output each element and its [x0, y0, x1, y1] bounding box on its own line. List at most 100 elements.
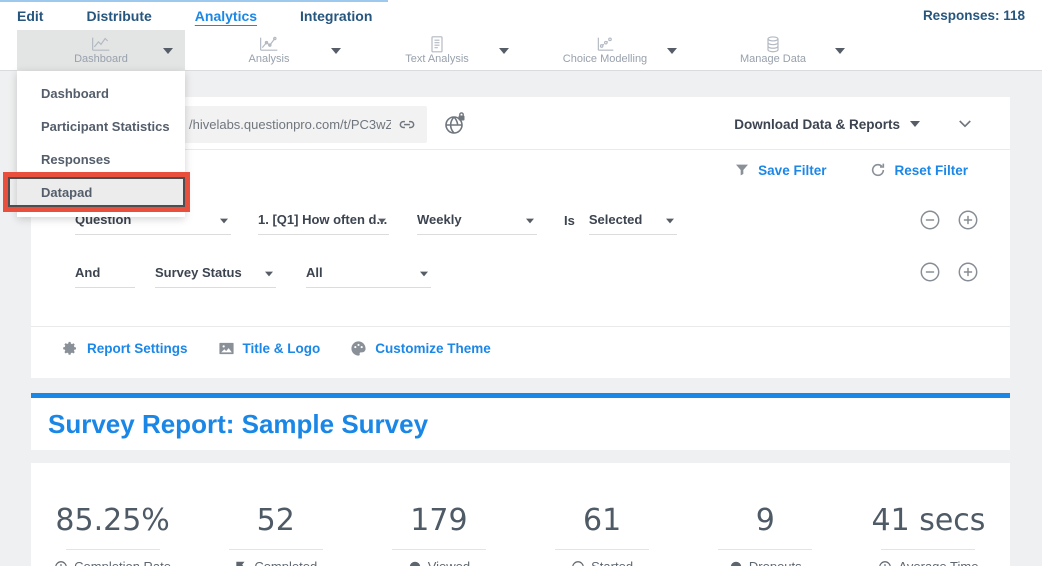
filter-row-1-controls: [919, 209, 979, 231]
divider: [555, 549, 649, 550]
menu-item-datapad[interactable]: Datapad: [17, 176, 185, 209]
responses-badge[interactable]: Responses: 118: [923, 8, 1025, 23]
stat-label: Average Time: [898, 559, 978, 566]
filter-conjunction-select[interactable]: And: [75, 265, 135, 288]
remove-filter-icon[interactable]: [919, 209, 941, 231]
stat-label: Viewed: [428, 559, 470, 566]
menu-item-responses[interactable]: Responses: [17, 143, 185, 176]
toolbar-dashboard-button[interactable]: Dashboard: [17, 30, 185, 71]
filter-answer-value: Weekly: [417, 212, 462, 227]
stat-value: 179: [410, 503, 467, 538]
filter-status-value-select[interactable]: All: [306, 265, 431, 288]
stat-completion-rate: 85.25% Completion Rate: [31, 463, 194, 566]
stat-value: 9: [756, 503, 775, 538]
add-filter-icon[interactable]: [957, 261, 979, 283]
toolbar-choice-modelling-button[interactable]: Choice Modelling: [521, 30, 689, 71]
divider: [66, 549, 160, 550]
nav-integration[interactable]: Integration: [300, 6, 372, 24]
stat-value: 85.25%: [55, 503, 169, 538]
toolbar-text-analysis-button[interactable]: Text Analysis: [353, 30, 521, 71]
share-right-group: Download Data & Reports: [734, 115, 974, 133]
database-icon: [763, 36, 783, 52]
report-title: Survey Report: Sample Survey: [31, 398, 1010, 440]
image-icon: [218, 340, 235, 357]
customize-theme-label: Customize Theme: [375, 341, 491, 356]
save-filter-button[interactable]: Save Filter: [734, 162, 826, 178]
dropouts-icon: [729, 560, 743, 566]
stat-value: 52: [257, 503, 295, 538]
chevron-down-icon[interactable]: [331, 48, 341, 54]
nav-analytics[interactable]: Analytics: [195, 6, 257, 24]
title-logo-label: Title & Logo: [243, 341, 321, 356]
filter-question-select[interactable]: 1. [Q1] How often d...: [258, 212, 389, 235]
filter-operator-label: Is: [564, 213, 575, 235]
reset-filter-button[interactable]: Reset Filter: [870, 162, 968, 178]
menu-item-participant-statistics[interactable]: Participant Statistics: [17, 110, 185, 143]
chevron-down-icon[interactable]: [667, 48, 677, 54]
reset-filter-label: Reset Filter: [894, 163, 968, 178]
toolbar-dashboard-label: Dashboard: [74, 53, 128, 65]
chevron-down-icon[interactable]: [499, 48, 509, 54]
completed-icon: [234, 560, 248, 566]
trend-chart-icon: [259, 36, 279, 52]
filter-row-2: And Survey Status All: [75, 265, 431, 288]
filter-selection-value: Selected: [589, 212, 642, 227]
line-chart-icon: [91, 36, 111, 52]
filter-status-field-select[interactable]: Survey Status: [155, 265, 276, 288]
stat-label: Completed: [254, 559, 317, 566]
download-data-reports-button[interactable]: Download Data & Reports: [734, 117, 900, 132]
nav-edit[interactable]: Edit: [17, 6, 43, 24]
dashboard-dropdown-menu: Dashboard Participant Statistics Respons…: [17, 71, 185, 217]
toolbar-choice-modelling-label: Choice Modelling: [563, 53, 647, 65]
toolbar-manage-data-button[interactable]: Manage Data: [689, 30, 857, 71]
divider: [31, 326, 1010, 327]
chevron-down-icon[interactable]: [910, 121, 920, 127]
top-edge-artifact: [0, 0, 388, 2]
scatter-chart-icon: [595, 36, 615, 52]
started-icon: [571, 560, 585, 566]
filter-status-value: All: [306, 265, 323, 280]
collapse-chevron-icon[interactable]: [956, 115, 974, 133]
globe-lock-icon[interactable]: [443, 112, 467, 136]
stat-completed: 52 Completed: [194, 463, 357, 566]
report-actions-row: Report Settings Title & Logo Customize T…: [62, 340, 491, 357]
stat-average-time: 41 secs Average Time: [847, 463, 1010, 566]
divider: [881, 549, 975, 550]
report-settings-label: Report Settings: [87, 341, 188, 356]
chevron-down-icon[interactable]: [835, 48, 845, 54]
stat-value: 41 secs: [871, 503, 985, 538]
add-filter-icon[interactable]: [957, 209, 979, 231]
report-settings-button[interactable]: Report Settings: [62, 340, 188, 357]
reset-icon: [870, 162, 886, 178]
top-nav: Edit Distribute Analytics Integration Re…: [0, 0, 1042, 30]
divider: [392, 549, 486, 550]
customize-theme-button[interactable]: Customize Theme: [350, 340, 491, 357]
stat-viewed: 179 Viewed: [357, 463, 520, 566]
stats-card: 85.25% Completion Rate 52 Completed 179 …: [31, 463, 1010, 566]
palette-icon: [350, 340, 367, 357]
divider: [229, 549, 323, 550]
divider: [718, 549, 812, 550]
report-title-card: Survey Report: Sample Survey: [31, 393, 1010, 450]
remove-filter-icon[interactable]: [919, 261, 941, 283]
stat-label: Started: [591, 559, 633, 566]
filter-question-value: 1. [Q1] How often d...: [258, 212, 387, 227]
stat-label: Dropouts: [749, 559, 802, 566]
chevron-down-icon[interactable]: [163, 48, 173, 54]
link-icon[interactable]: [397, 115, 417, 135]
analytics-toolbar: Dashboard Analysis Text Analysis Choice …: [0, 30, 1042, 71]
filter-funnel-icon: [734, 162, 750, 178]
filter-answer-select[interactable]: Weekly: [417, 212, 537, 235]
filter-row-2-controls: [919, 261, 979, 283]
average-time-icon: [878, 560, 892, 566]
filter-selection-select[interactable]: Selected: [589, 212, 677, 235]
menu-item-dashboard[interactable]: Dashboard: [17, 77, 185, 110]
stat-started: 61 Started: [521, 463, 684, 566]
save-filter-label: Save Filter: [758, 163, 826, 178]
app-screen: Edit Distribute Analytics Integration Re…: [0, 0, 1042, 566]
stat-label: Completion Rate: [74, 559, 171, 566]
nav-distribute[interactable]: Distribute: [86, 6, 151, 24]
filter-conjunction-value: And: [75, 265, 100, 280]
toolbar-analysis-button[interactable]: Analysis: [185, 30, 353, 71]
title-logo-button[interactable]: Title & Logo: [218, 340, 321, 357]
